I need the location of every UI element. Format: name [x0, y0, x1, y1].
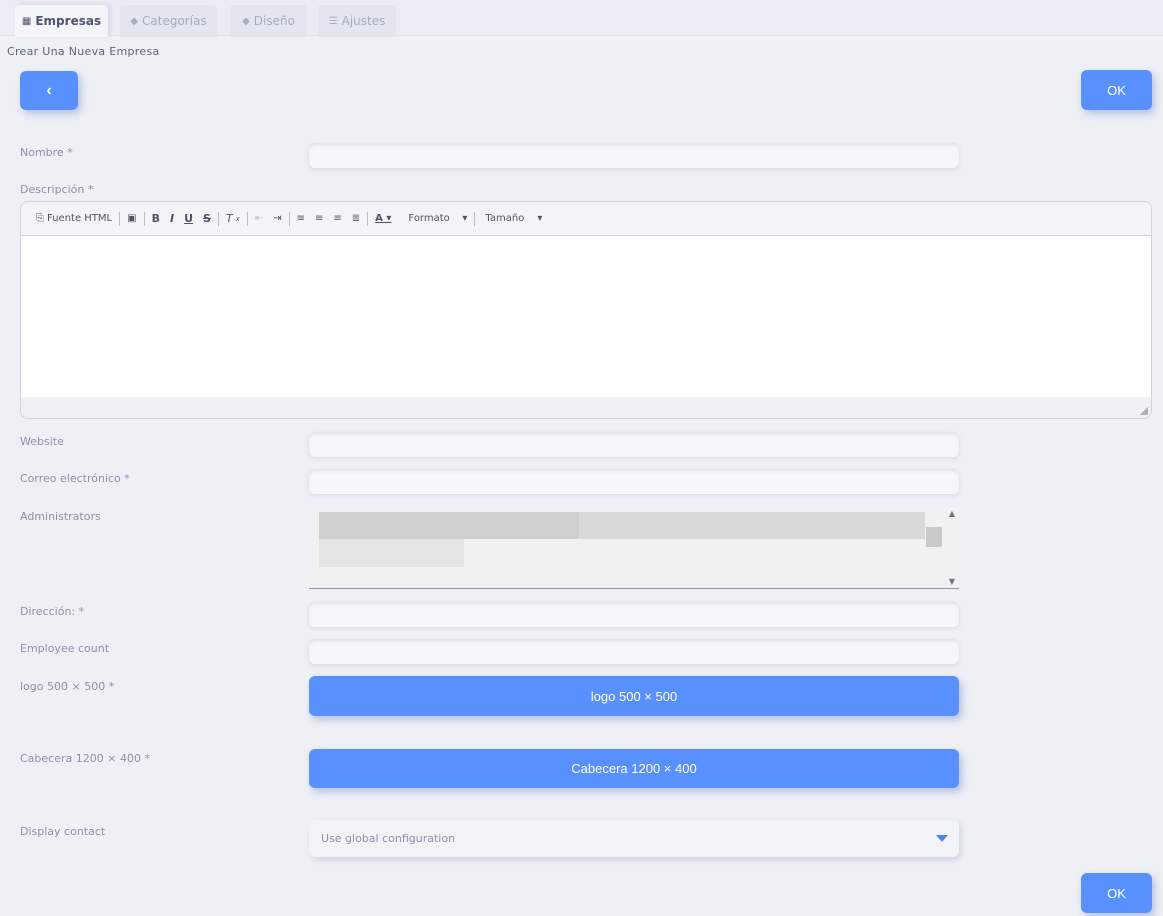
toolbar-separator	[474, 211, 476, 226]
tab-label: Ajustes	[341, 14, 386, 28]
toolbar-separator	[217, 211, 219, 226]
source-label: Fuente HTML	[47, 213, 113, 224]
tab-label: Diseño	[253, 14, 295, 28]
page-title: Crear Una Nueva Empresa	[7, 45, 160, 58]
tab-label: Empresas	[35, 14, 102, 28]
website-field[interactable]	[309, 432, 959, 457]
display-contact-label: Display contact	[20, 825, 106, 838]
direccion-field[interactable]	[309, 602, 959, 627]
editor-content-area[interactable]	[21, 236, 1151, 397]
scrollbar[interactable]: ▲ ▼	[943, 507, 959, 588]
formato-dropdown[interactable]: Formato ▾	[396, 213, 472, 224]
redacted-option-text	[319, 512, 579, 539]
scroll-up-icon[interactable]: ▲	[949, 509, 955, 518]
formato-label: Formato	[408, 213, 450, 224]
correo-label: Correo electrónico *	[20, 472, 130, 485]
editor-footer	[21, 397, 1151, 418]
text-color-icon[interactable]: A ▾	[370, 213, 396, 224]
chevron-down-icon: ▾	[537, 213, 543, 224]
logo-upload-button[interactable]: logo 500 × 500	[309, 676, 959, 716]
email-field[interactable]	[309, 469, 959, 494]
resize-handle-icon[interactable]	[1140, 407, 1148, 415]
redacted-option[interactable]	[319, 539, 464, 567]
italic-icon[interactable]: I	[165, 212, 179, 225]
website-label: Website	[20, 435, 64, 448]
outdent-icon[interactable]: ⇤	[250, 213, 268, 224]
tab-label: Categorías	[142, 14, 207, 28]
tamano-label: Tamaño	[485, 213, 525, 224]
source-button[interactable]: ⎘ Fuente HTML	[31, 213, 117, 224]
align-right-icon[interactable]: ≡	[328, 213, 346, 224]
tab-bar: ▦ Empresas ◆ Categorías ◆ Diseño ☰ Ajust…	[0, 0, 1163, 37]
source-icon: ⎘	[36, 213, 44, 224]
descripcion-label: Descripción *	[20, 183, 94, 196]
caret-down-icon	[936, 835, 948, 842]
sliders-icon: ☰	[328, 15, 338, 27]
tag-icon: ◆	[242, 15, 250, 27]
logo-label: logo 500 × 500 *	[20, 680, 115, 693]
tag-icon: ◆	[130, 15, 139, 27]
direccion-label: Dirección: *	[20, 605, 85, 618]
administrators-select[interactable]: ▲ ▼	[309, 507, 959, 589]
employee-count-label: Employee count	[20, 642, 110, 655]
employee-count-field[interactable]	[309, 639, 959, 664]
building-icon: ▦	[21, 15, 32, 27]
tab-ajustes[interactable]: ☰ Ajustes	[318, 5, 396, 37]
clear-format-icon[interactable]: Tx	[221, 212, 245, 225]
underline-icon[interactable]: U	[179, 212, 198, 225]
ok-button-bottom[interactable]: OK	[1081, 873, 1152, 913]
bold-icon[interactable]: B	[147, 212, 165, 225]
image-icon[interactable]: ▣	[122, 213, 141, 224]
chevron-down-icon: ▾	[462, 213, 468, 224]
ok-button-top[interactable]: OK	[1081, 70, 1152, 110]
tab-empresas[interactable]: ▦ Empresas	[15, 5, 108, 37]
tamano-dropdown[interactable]: Tamaño ▾	[477, 213, 547, 224]
indent-icon[interactable]: ⇥	[268, 213, 286, 224]
toolbar-separator	[246, 211, 248, 226]
scroll-thumb[interactable]	[926, 527, 942, 547]
scroll-down-icon[interactable]: ▼	[949, 577, 955, 586]
back-button[interactable]: ‹	[20, 71, 78, 110]
toolbar-separator	[367, 211, 369, 226]
cabecera-label: Cabecera 1200 × 400 *	[20, 752, 150, 765]
tab-diseno[interactable]: ◆ Diseño	[230, 5, 307, 37]
toolbar-separator	[119, 211, 121, 226]
display-contact-value: Use global configuration	[321, 832, 456, 845]
align-justify-icon[interactable]: ≣	[347, 213, 365, 224]
tab-categorias[interactable]: ◆ Categorías	[120, 5, 217, 37]
administrators-label: Administrators	[20, 510, 101, 523]
nombre-field[interactable]	[309, 143, 959, 168]
nombre-label: Nombre *	[20, 146, 73, 159]
align-center-icon[interactable]: ≡	[310, 213, 328, 224]
align-left-icon[interactable]: ≡	[292, 213, 310, 224]
display-contact-select[interactable]: Use global configuration	[309, 820, 959, 857]
rich-text-editor: ⎘ Fuente HTML ▣ B I U S Tx ⇤ ⇥ ≡ ≡ ≡ ≣ A…	[20, 201, 1152, 419]
toolbar-separator	[143, 211, 145, 226]
strikethrough-icon[interactable]: S	[198, 212, 216, 225]
toolbar-separator	[288, 211, 290, 226]
cabecera-upload-button[interactable]: Cabecera 1200 × 400	[309, 749, 959, 788]
editor-toolbar: ⎘ Fuente HTML ▣ B I U S Tx ⇤ ⇥ ≡ ≡ ≡ ≣ A…	[21, 202, 1151, 236]
